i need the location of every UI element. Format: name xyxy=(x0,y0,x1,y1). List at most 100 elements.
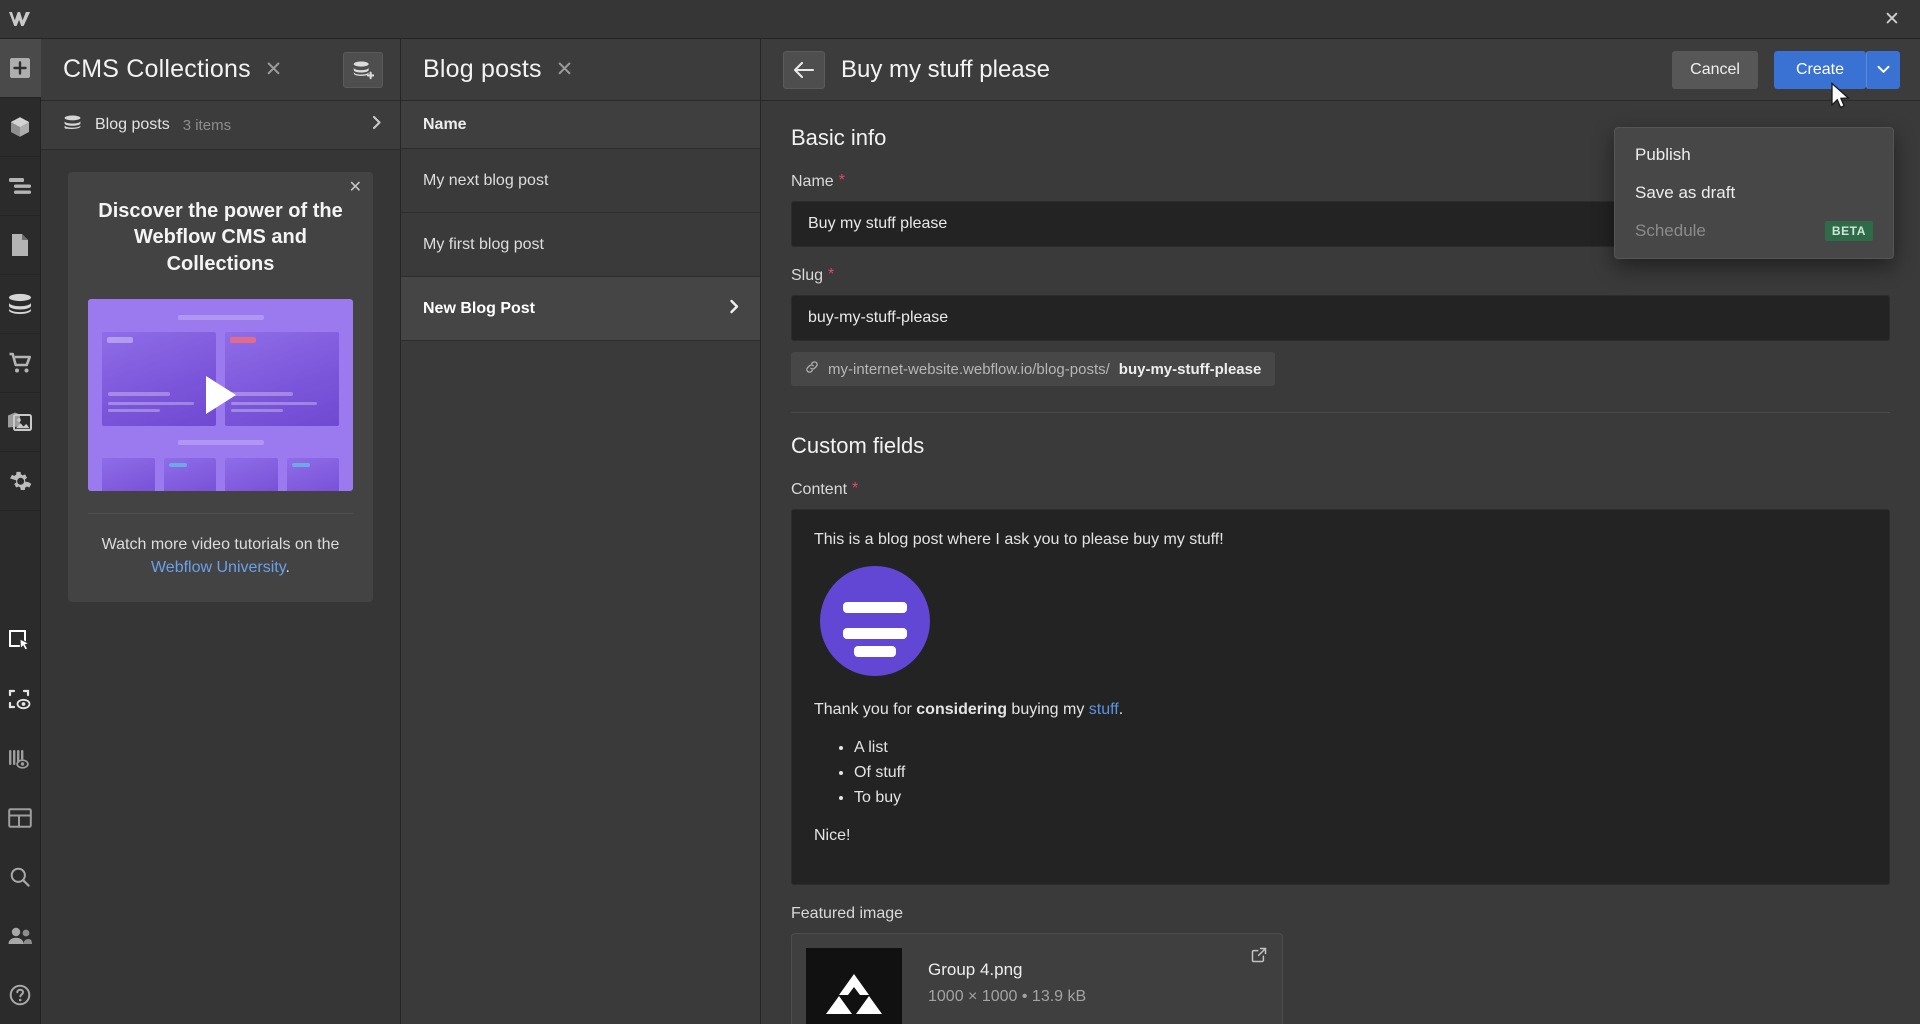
rail-item-collaborators[interactable] xyxy=(0,906,41,965)
asset-file-name: Group 4.png xyxy=(928,960,1023,980)
rail-item-layout-tool[interactable] xyxy=(0,788,41,847)
menu-item-label: Save as draft xyxy=(1635,183,1736,202)
list-item[interactable]: My first blog post xyxy=(401,213,760,277)
list-item: A list xyxy=(854,736,1867,761)
close-icon[interactable]: ✕ xyxy=(349,180,362,196)
close-icon[interactable]: ✕ xyxy=(261,57,287,82)
chevron-right-icon xyxy=(729,299,740,319)
rail-item-pages[interactable] xyxy=(0,216,41,275)
cms-collections-panel: CMS Collections ✕ Blog posts 3 items ✕ D… xyxy=(41,39,401,1024)
featured-image-asset-card[interactable]: Group 4.png 1000 × 1000 • 13.9 kB xyxy=(791,933,1283,1024)
slug-preview-base: my-internet-website.webflow.io/blog-post… xyxy=(828,360,1110,378)
list-item-label: New Blog Post xyxy=(423,299,536,317)
create-button[interactable]: Create xyxy=(1773,50,1866,89)
left-toolbar xyxy=(0,0,41,1024)
list-item[interactable]: My next blog post xyxy=(401,149,760,213)
required-marker: * xyxy=(828,266,835,283)
slug-label: Slug * xyxy=(791,267,1890,285)
content-paragraph-3: Nice! xyxy=(814,827,851,845)
close-icon[interactable]: ✕ xyxy=(552,57,578,82)
rail-item-select-tool[interactable] xyxy=(0,611,41,670)
thumb-tag xyxy=(168,463,187,468)
thumb-card xyxy=(102,332,216,427)
thumb-line xyxy=(108,392,170,397)
rail-item-components[interactable] xyxy=(0,98,41,157)
add-collection-button[interactable] xyxy=(343,51,383,88)
slug-input[interactable]: buy-my-stuff-please xyxy=(791,295,1890,341)
asset-details: Group 4.png 1000 × 1000 • 13.9 kB xyxy=(902,934,1086,1024)
window-titlebar: ✕ xyxy=(41,0,1920,39)
list-item-label: My first blog post xyxy=(423,235,544,253)
webflow-university-link[interactable]: Webflow University xyxy=(151,559,286,576)
rail-item-cms[interactable] xyxy=(0,275,41,334)
slug-label-text: Slug xyxy=(791,267,824,284)
list-item-label: My next blog post xyxy=(423,171,549,189)
video-promo-card: ✕ Discover the power of the Webflow CMS … xyxy=(68,172,373,602)
rail-item-help[interactable] xyxy=(0,965,41,1024)
menu-item-schedule: Schedule BETA xyxy=(1615,212,1893,250)
menu-item-label: Publish xyxy=(1635,145,1691,164)
rail-item-style-preview[interactable] xyxy=(0,729,41,788)
promo-footer-prefix: Watch more video tutorials on the xyxy=(101,536,340,554)
rail-item-navigator[interactable] xyxy=(0,157,41,216)
section-heading: Custom fields xyxy=(791,433,925,458)
chevron-down-icon[interactable] xyxy=(1866,50,1900,89)
custom-fields-section: Custom fields Content * This is a blog p… xyxy=(761,413,1920,1024)
thumb-grid-row xyxy=(102,458,339,492)
collection-item-count: 3 items xyxy=(182,116,232,134)
thumb-card xyxy=(225,332,339,427)
thumb-tag xyxy=(230,337,256,344)
menu-item-save-as-draft[interactable]: Save as draft xyxy=(1615,174,1893,212)
play-button-icon[interactable] xyxy=(205,376,236,415)
thumb-tag xyxy=(107,337,133,344)
collection-name: Blog posts xyxy=(95,116,170,133)
list-item[interactable]: New Blog Post xyxy=(401,277,760,341)
thumb-line xyxy=(108,409,160,413)
item-editor-panel: Buy my stuff please Cancel Create Basic … xyxy=(761,39,1920,1024)
rail-item-preview-mode[interactable] xyxy=(0,670,41,729)
list-item: Of stuff xyxy=(854,761,1867,786)
thumb-line xyxy=(231,402,317,406)
content-image[interactable] xyxy=(820,566,930,676)
create-dropdown-menu: Publish Save as draft Schedule BETA xyxy=(1614,127,1894,259)
content-bullet-list: A list Of stuff To buy xyxy=(854,736,1867,810)
content-richtext-editor[interactable]: This is a blog post where I ask you to p… xyxy=(791,509,1890,886)
webflow-logo[interactable] xyxy=(0,0,41,39)
menu-item-publish[interactable]: Publish xyxy=(1615,136,1893,174)
slug-url-preview: my-internet-website.webflow.io/blog-post… xyxy=(791,352,1276,386)
window-close-button[interactable]: ✕ xyxy=(1864,0,1920,38)
thumb-heading-bar xyxy=(177,315,264,321)
editor-title: Buy my stuff please xyxy=(841,55,1050,83)
promo-card-wrapper: ✕ Discover the power of the Webflow CMS … xyxy=(41,150,400,624)
thumb-line xyxy=(108,402,194,406)
featured-image-group: Featured image Group 4.png 1000 × 1000 •… xyxy=(791,905,1890,1024)
cancel-button[interactable]: Cancel xyxy=(1672,50,1758,89)
collection-item-blog-posts[interactable]: Blog posts 3 items xyxy=(41,101,400,150)
link-icon xyxy=(805,360,819,378)
thumb-card xyxy=(163,458,216,492)
thumb-line xyxy=(231,409,283,413)
promo-footer: Watch more video tutorials on the Webflo… xyxy=(88,514,353,601)
rail-item-ecommerce[interactable] xyxy=(0,334,41,393)
editor-header: Buy my stuff please Cancel Create xyxy=(761,39,1920,101)
rail-item-search[interactable] xyxy=(0,847,41,906)
back-button[interactable] xyxy=(783,50,825,89)
content-label-text: Content xyxy=(791,481,848,498)
thumb-line xyxy=(231,392,293,397)
external-link-icon[interactable] xyxy=(1251,947,1267,968)
rail-item-assets[interactable] xyxy=(0,393,41,452)
p2-prefix: Thank you for xyxy=(814,701,917,718)
content-link[interactable]: stuff xyxy=(1089,701,1119,718)
menu-item-label: Schedule xyxy=(1635,221,1706,240)
rail-item-add-element[interactable] xyxy=(0,39,41,98)
thumb-tag xyxy=(291,463,310,468)
chevron-right-icon xyxy=(372,115,382,135)
promo-title: Discover the power of the Webflow CMS an… xyxy=(98,200,343,275)
p2-suffix: . xyxy=(1118,701,1124,718)
video-thumbnail[interactable] xyxy=(88,299,353,492)
list-panel-header: Blog posts ✕ xyxy=(401,39,760,101)
asset-thumbnail xyxy=(806,948,902,1024)
rail-item-settings[interactable] xyxy=(0,452,41,511)
name-label-text: Name xyxy=(791,173,834,190)
webflow-designer: CMS Collections ✕ Blog posts 3 items ✕ D… xyxy=(0,0,1920,1024)
